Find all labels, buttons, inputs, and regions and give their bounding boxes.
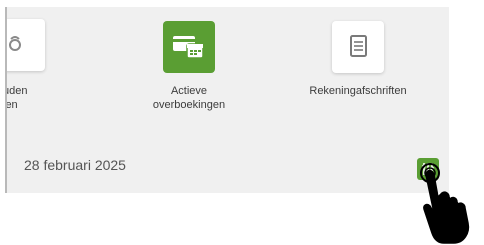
statements-label: Rekeningafschriften <box>309 85 407 97</box>
screenshot-stage: uden jen Actieve overboekingen <box>0 0 484 245</box>
partial-icon <box>9 36 21 51</box>
hand-pointer-icon <box>420 163 470 244</box>
document-icon <box>350 35 367 57</box>
quick-action-label-1: uden jen <box>5 85 28 111</box>
date-header: 28 februari 2025 <box>24 157 126 173</box>
transfers-calendar-icon <box>173 36 204 59</box>
app-screen: uden jen Actieve overboekingen <box>5 7 449 193</box>
active-transfers-tile[interactable] <box>163 21 215 73</box>
active-transfers-label: Actieve overboekingen <box>152 85 226 111</box>
quick-action-tile-1[interactable] <box>7 19 45 71</box>
statements-tile[interactable] <box>332 21 384 73</box>
